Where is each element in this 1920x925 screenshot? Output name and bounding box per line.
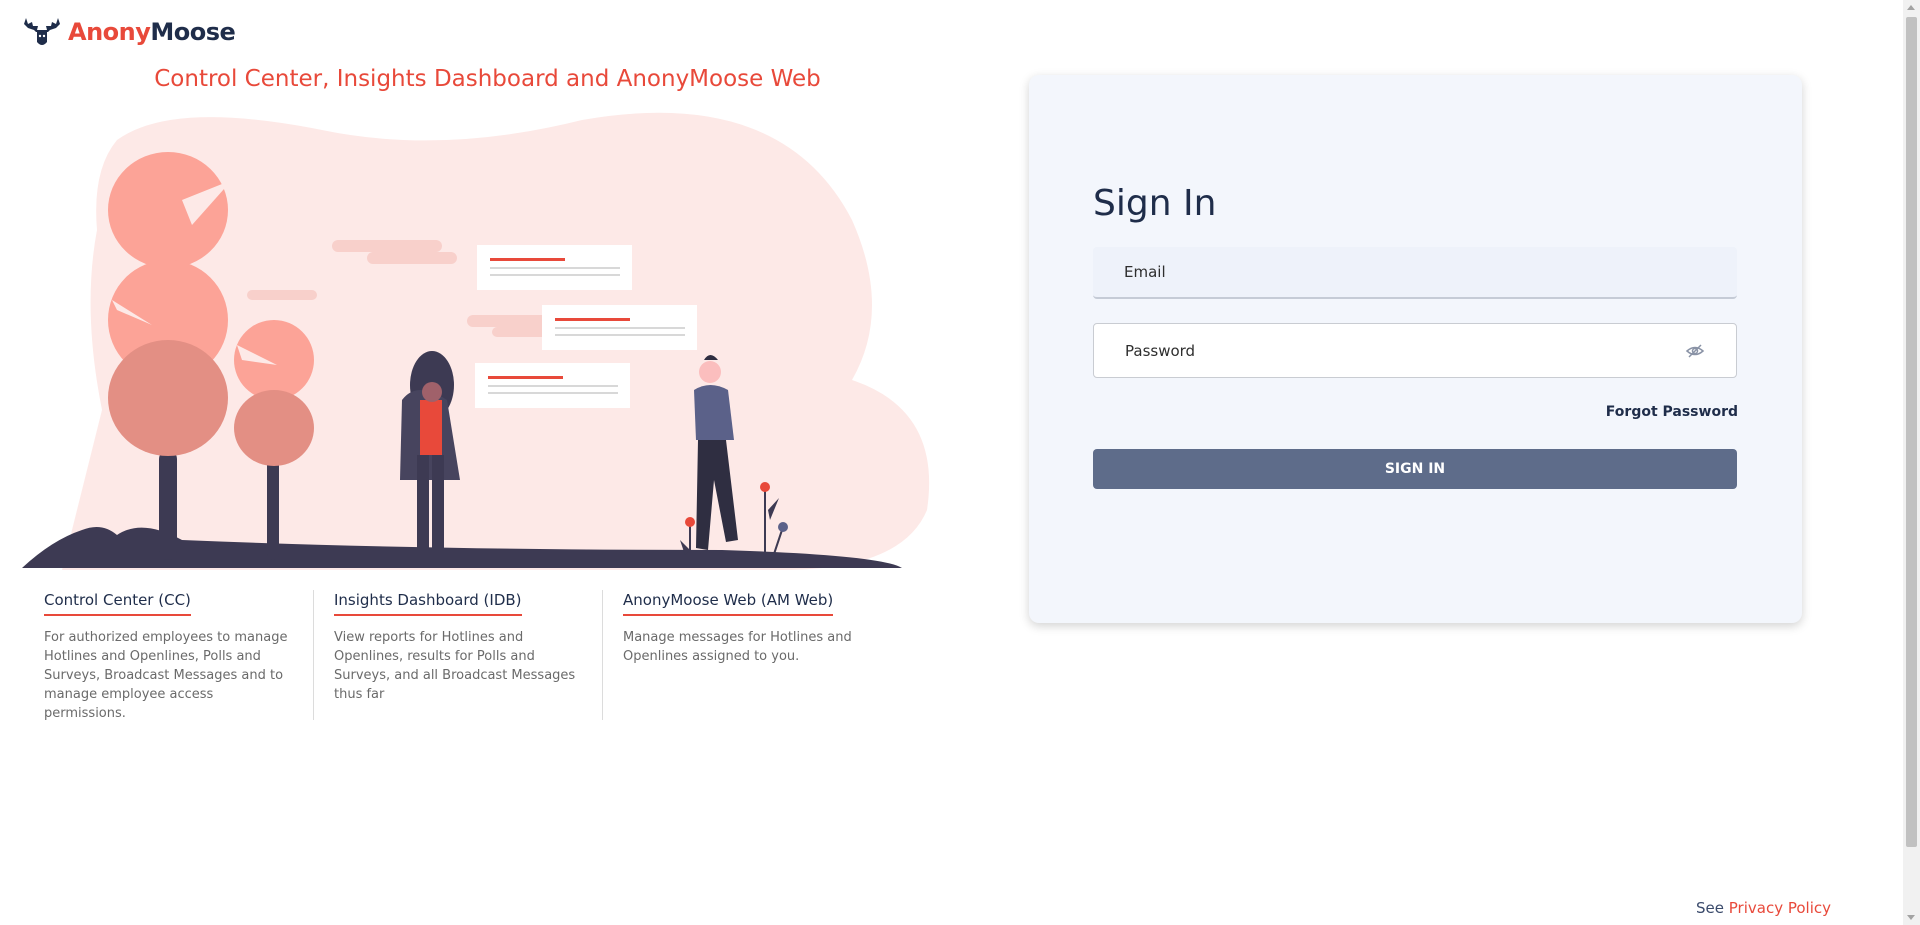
privacy-policy-link[interactable]: Privacy Policy — [1729, 899, 1831, 917]
vertical-scrollbar[interactable] — [1903, 0, 1920, 925]
product-description: Manage messages for Hotlines and Openlin… — [623, 630, 852, 664]
password-field[interactable]: Password — [1093, 323, 1737, 378]
eye-slash-icon[interactable] — [1685, 341, 1705, 361]
email-placeholder: Email — [1124, 263, 1166, 281]
product-am-web: AnonyMoose Web (AM Web) Manage messages … — [602, 590, 891, 720]
signin-button[interactable]: SIGN IN — [1093, 449, 1737, 489]
signin-title: Sign In — [1093, 183, 1217, 224]
page-headline: Control Center, Insights Dashboard and A… — [154, 66, 821, 92]
product-description: For authorized employees to manage Hotli… — [44, 630, 288, 721]
product-title: Control Center (CC) — [44, 591, 191, 616]
password-placeholder: Password — [1125, 341, 1196, 360]
product-title: Insights Dashboard (IDB) — [334, 591, 522, 616]
product-idb: Insights Dashboard (IDB) View reports fo… — [313, 590, 602, 720]
hero-illustration — [22, 112, 930, 570]
forgot-password-link[interactable]: Forgot Password — [1606, 404, 1738, 420]
brand-name: AnonyMoose — [68, 18, 236, 46]
brand-logo[interactable]: AnonyMoose — [22, 14, 236, 50]
scroll-thumb[interactable] — [1906, 17, 1917, 847]
product-cc: Control Center (CC) For authorized emplo… — [24, 590, 313, 721]
product-list: Control Center (CC) For authorized emplo… — [24, 590, 891, 721]
scroll-down-icon[interactable] — [1907, 915, 1915, 920]
moose-icon — [24, 18, 60, 45]
email-field[interactable]: Email — [1093, 247, 1737, 299]
scroll-up-icon[interactable] — [1907, 5, 1915, 10]
signin-card: Sign In Email Password Forgot Password S… — [1029, 75, 1802, 623]
message-card — [475, 363, 630, 408]
message-card — [477, 245, 632, 290]
footer: See Privacy Policy — [1696, 899, 1831, 917]
product-description: View reports for Hotlines and Openlines,… — [334, 630, 576, 702]
footer-prefix: See — [1696, 899, 1724, 917]
product-title: AnonyMoose Web (AM Web) — [623, 591, 834, 616]
message-card — [542, 305, 697, 350]
